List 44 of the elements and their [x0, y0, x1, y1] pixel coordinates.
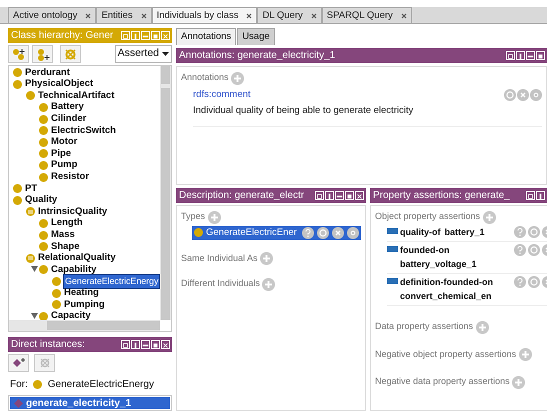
for-label: For:	[10, 378, 28, 392]
section-label: Object property assertions	[375, 210, 480, 224]
type-item[interactable]: GenerateElectricEner	[192, 226, 361, 240]
tree-item[interactable]: Perdurant	[25, 66, 70, 80]
instance-item[interactable]: generate_electricity_1	[10, 397, 170, 409]
section-label: Same Individual As	[181, 252, 258, 265]
tree-item[interactable]: Pumping	[64, 298, 105, 312]
section-label: Data property assertions	[375, 320, 474, 334]
assertion-text: quality-of battery_1	[400, 226, 486, 239]
tab[interactable]: SPARQL Query	[322, 7, 412, 23]
section-label: Annotations	[181, 71, 229, 84]
section-label: Negative object property assertions	[375, 348, 516, 361]
panel-title: Description: generate_electr	[179, 189, 306, 204]
panel-title: Annotations: generate_electricity_1	[179, 49, 336, 64]
tree-item[interactable]: Quality	[25, 193, 58, 208]
tab[interactable]: Entities	[96, 7, 152, 23]
tree-item[interactable]: Resistor	[51, 170, 90, 184]
panel-title: Property assertions: generate_	[373, 189, 511, 204]
tree-item[interactable]: Capacity	[51, 309, 91, 324]
tab[interactable]: Active ontology	[8, 7, 96, 23]
assertion-text: founded-on battery_voltage_1	[400, 244, 478, 271]
assertion-text: definition-founded-on convert_chemical_en	[400, 276, 494, 303]
tab[interactable]: Usage	[237, 28, 275, 46]
tree-item[interactable]: Motor	[51, 135, 78, 150]
tree-item[interactable]: PT	[25, 182, 38, 196]
tab[interactable]: DL Query	[257, 7, 322, 23]
panel-title: Class hierarchy: Gener	[11, 29, 114, 43]
tab[interactable]: Individuals by class	[152, 7, 258, 23]
annotation-property[interactable]: rdfs:comment	[193, 88, 251, 102]
tree-item[interactable]: Shape	[51, 240, 80, 254]
tree-item[interactable]: RelationalQuality	[38, 251, 116, 266]
panel-title: Direct instances:	[11, 338, 86, 352]
tree-item[interactable]: ElectricSwitch	[51, 124, 116, 138]
section-label: Different Individuals	[181, 277, 260, 290]
tree-item[interactable]: Cilinder	[51, 112, 86, 126]
annotation-value: Individual quality of being able to generate electricity	[193, 104, 414, 118]
class-name: GenerateElectricEnergy	[48, 378, 154, 392]
section-label: Negative data property assertions	[375, 375, 510, 388]
tree-item[interactable]: GenerateElectricEnergy	[64, 274, 160, 288]
tree-item[interactable]: Heating	[64, 286, 99, 300]
mode-dropdown[interactable]: Asserted	[114, 45, 172, 63]
tab[interactable]: Annotations	[176, 28, 236, 46]
tree-item[interactable]: Capability	[51, 262, 96, 278]
section-label: Types	[181, 210, 206, 224]
